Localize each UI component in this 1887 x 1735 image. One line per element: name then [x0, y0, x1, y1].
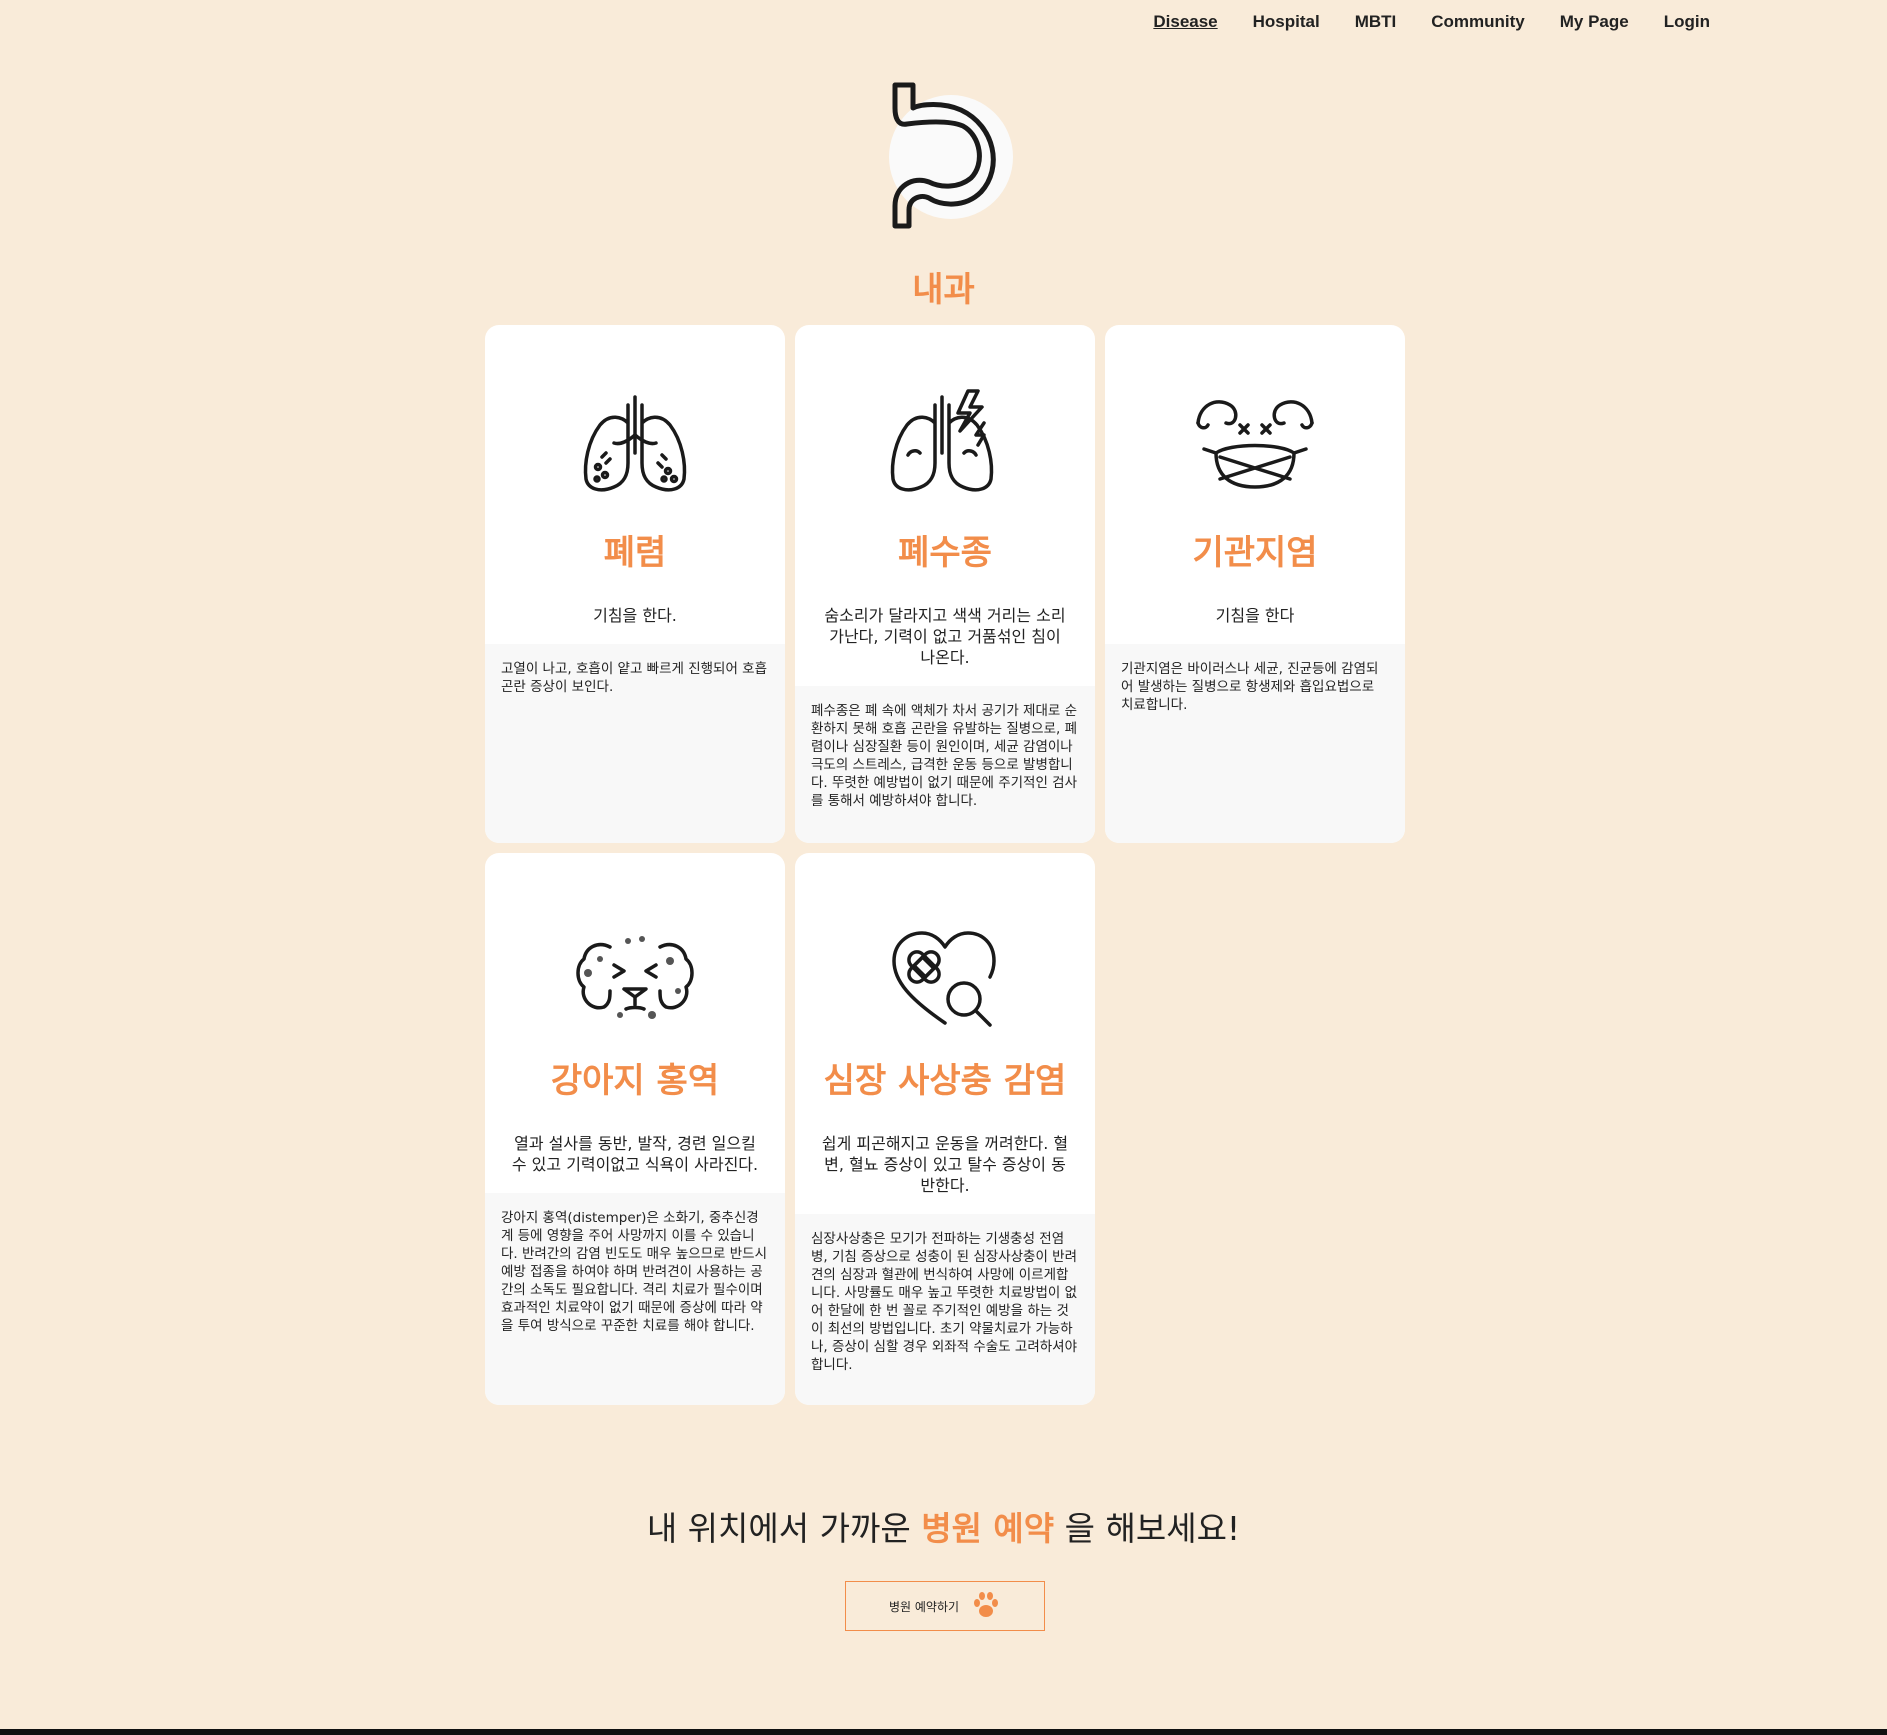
card-title: 폐수종 [898, 533, 992, 573]
heart-bandage-icon [880, 911, 1010, 1041]
nav-login[interactable]: Login [1664, 10, 1710, 34]
disease-card-distemper[interactable]: 강아지 홍역 열과 설사를 동반, 발작, 경련 일으킬 수 있고 기력이없고 … [485, 853, 785, 1405]
disease-card-bronchitis[interactable]: 기관지염 기침을 한다 기관지염은 바이러스나 세균, 진균등에 감염되어 발생… [1105, 325, 1405, 843]
lungs-icon [570, 383, 700, 513]
disease-grid: 폐렴 기침을 한다. 고열이 나고, 호흡이 얕고 빠르게 진행되어 호흡곤란 … [485, 325, 1405, 1405]
disease-card-pneumonia[interactable]: 폐렴 기침을 한다. 고열이 나고, 호흡이 얕고 빠르게 진행되어 호흡곤란 … [485, 325, 785, 843]
page: Disease Hospital MBTI Community My Page … [0, 0, 1887, 1735]
disease-card-heartworm[interactable]: 심장 사상충 감염 쉽게 피곤해지고 운동을 꺼려한다. 혈변, 혈뇨 증상이 … [795, 853, 1095, 1405]
card-description: 기관지염은 바이러스나 세균, 진균등에 감염되어 발생하는 질병으로 항생제와… [1105, 644, 1405, 843]
card-summary: 쉽게 피곤해지고 운동을 꺼려한다. 혈변, 혈뇨 증상이 있고 탈수 증상이 … [821, 1134, 1069, 1195]
reservation-button-label: 병원 예약하기 [888, 1599, 960, 1614]
lungs-lightning-icon [880, 383, 1010, 513]
sick-dog-icon [570, 911, 700, 1041]
card-title: 강아지 홍역 [550, 1061, 720, 1101]
cta-prefix: 내 위치에서 가까운 [646, 1509, 911, 1548]
card-summary: 열과 설사를 동반, 발작, 경련 일으킬 수 있고 기력이없고 식욕이 사라진… [511, 1134, 759, 1174]
card-description: 강아지 홍역(distemper)은 소화기, 중추신경계 등에 영향을 주어 … [485, 1193, 785, 1405]
card-description: 심장사상충은 모기가 전파하는 기생충성 전염병, 기침 증상으로 성충이 된 … [795, 1214, 1095, 1405]
footer-bar [0, 1729, 1887, 1735]
nav-hospital[interactable]: Hospital [1253, 10, 1320, 34]
top-nav: Disease Hospital MBTI Community My Page … [1153, 10, 1710, 34]
card-summary: 기침을 한다. [593, 606, 677, 625]
card-description: 폐수종은 폐 속에 액체가 차서 공기가 제대로 순환하지 못해 호흡 곤란을 … [795, 686, 1095, 843]
disease-card-pulmonary-edema[interactable]: 폐수종 숨소리가 달라지고 색색 거리는 소리가난다, 기력이 없고 거품섞인 … [795, 325, 1095, 843]
paw-icon [971, 1590, 1001, 1623]
stomach-icon [883, 80, 1015, 230]
reservation-prompt: 내 위치에서 가까운 병원 예약 을 해보세요! [0, 1502, 1887, 1550]
cta-highlight: 병원 예약 [921, 1509, 1055, 1548]
card-title: 폐렴 [603, 533, 667, 573]
card-summary: 기침을 한다 [1215, 606, 1295, 625]
card-title: 심장 사상충 감염 [823, 1061, 1067, 1101]
card-title: 기관지염 [1192, 533, 1318, 573]
dog-mask-icon [1190, 383, 1320, 513]
card-description: 고열이 나고, 호흡이 얕고 빠르게 진행되어 호흡곤란 증상이 보인다. [485, 644, 785, 843]
nav-my-page[interactable]: My Page [1560, 10, 1629, 34]
nav-disease[interactable]: Disease [1153, 10, 1217, 34]
page-title: 내과 [912, 270, 975, 310]
nav-mbti[interactable]: MBTI [1355, 10, 1397, 34]
nav-community[interactable]: Community [1431, 10, 1525, 34]
hospital-reservation-button[interactable]: 병원 예약하기 [845, 1581, 1045, 1631]
cta-suffix: 을 해보세요! [1064, 1509, 1241, 1548]
card-summary: 숨소리가 달라지고 색색 거리는 소리가난다, 기력이 없고 거품섞인 침이 나… [824, 606, 1066, 667]
